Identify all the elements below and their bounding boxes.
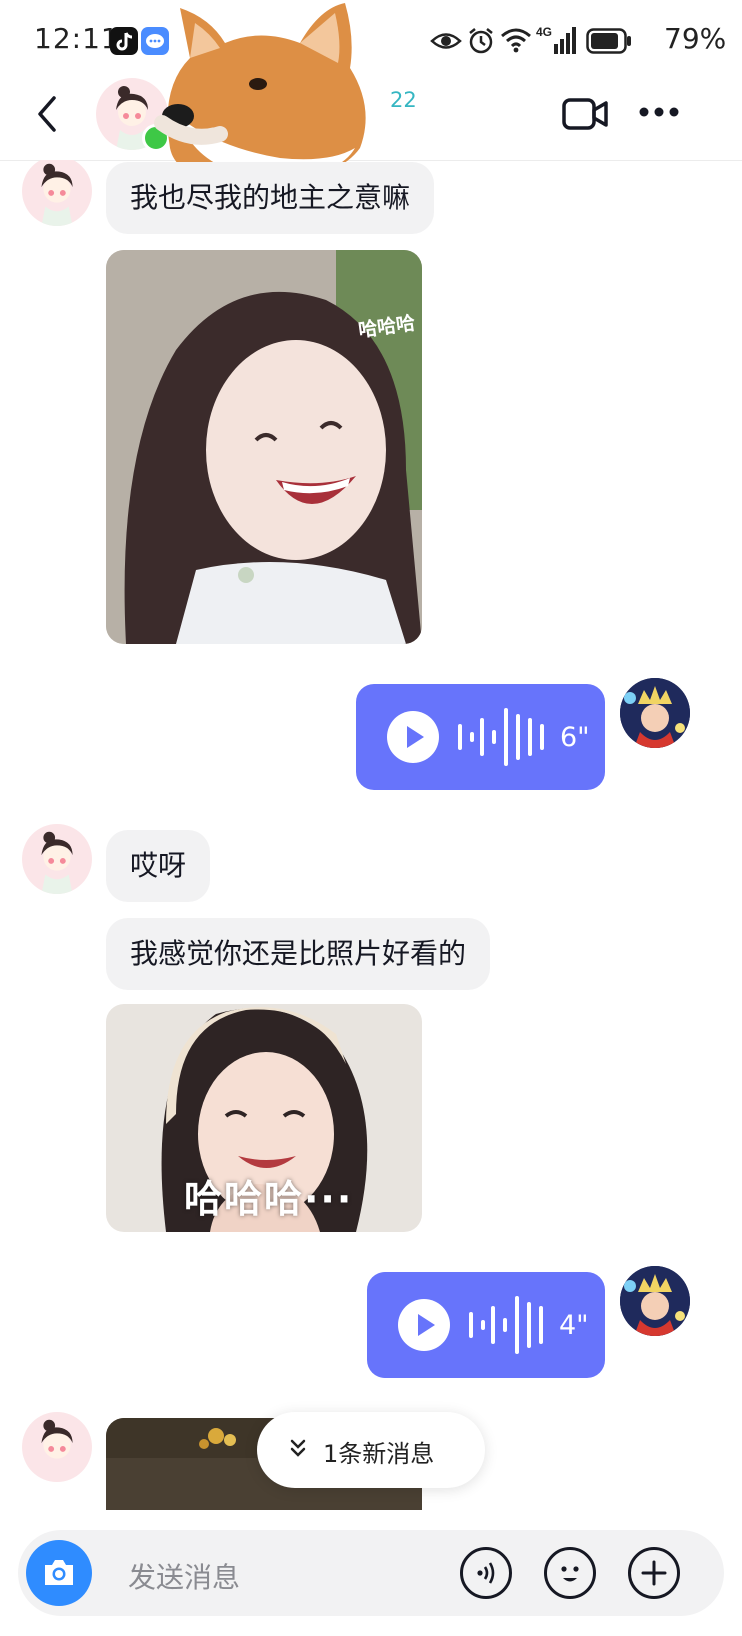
self-avatar[interactable] — [620, 678, 690, 748]
voice-duration: 6" — [560, 722, 590, 753]
battery-percent: 79% — [664, 22, 727, 55]
voice-input-button[interactable] — [460, 1547, 512, 1599]
message-bubble[interactable]: 我也尽我的地主之意嘛 — [106, 162, 435, 234]
chat-header: 22 — [0, 3, 742, 176]
video-call-icon[interactable] — [562, 96, 608, 132]
header-count: 22 — [390, 88, 417, 112]
new-message-label: 1条新消息 — [323, 1440, 435, 1468]
play-icon[interactable] — [386, 710, 440, 764]
message-input-bar: 发送消息 — [18, 1530, 724, 1616]
sender-avatar[interactable] — [22, 824, 92, 894]
emoji-button[interactable] — [544, 1547, 596, 1599]
message-list[interactable]: 我也尽我的地主之意嘛 哈哈哈 6" 哎呀 我感觉你还是比照片好看的 哈哈哈···… — [0, 160, 742, 1510]
battery-icon — [586, 28, 631, 54]
new-message-button[interactable]: 1条新消息 — [257, 1412, 485, 1488]
message-bubble[interactable]: 哎呀 — [106, 830, 211, 902]
voice-duration: 4" — [559, 1310, 589, 1341]
4g-signal-icon: 4G — [536, 25, 576, 54]
image-caption: 哈哈哈··· — [184, 1177, 354, 1221]
alarm-icon — [469, 28, 493, 54]
waveform-icon — [458, 708, 544, 766]
plus-button[interactable] — [628, 1547, 680, 1599]
eye-icon — [430, 33, 462, 49]
status-bar: 12:11 4G 79% — [0, 0, 742, 84]
self-avatar[interactable] — [620, 1266, 690, 1336]
more-icon[interactable] — [638, 106, 680, 118]
sender-avatar[interactable] — [22, 160, 92, 226]
sender-avatar[interactable] — [22, 1412, 92, 1482]
voice-message[interactable]: 4" — [367, 1272, 605, 1378]
status-time: 12:11 — [34, 22, 120, 55]
svg-text:4G: 4G — [536, 25, 552, 39]
dog-sticker — [150, 0, 370, 178]
tiktok-icon — [110, 27, 138, 55]
waveform-icon — [469, 1296, 543, 1354]
voice-input-icon — [477, 1562, 495, 1584]
message-bubble[interactable]: 我感觉你还是比照片好看的 — [106, 918, 491, 990]
wifi-icon — [501, 28, 531, 53]
back-arrow-icon[interactable] — [32, 94, 62, 134]
plus-icon — [641, 1560, 667, 1586]
double-chevron-down-icon — [290, 1439, 306, 1457]
camera-icon — [45, 1560, 73, 1585]
camera-button[interactable] — [26, 1540, 92, 1606]
voice-message[interactable]: 6" — [356, 684, 605, 790]
image-message[interactable]: 哈哈哈 — [106, 250, 422, 644]
image-message[interactable]: 哈哈哈··· — [106, 1004, 422, 1232]
play-icon[interactable] — [397, 1298, 451, 1352]
emoji-icon — [561, 1566, 579, 1582]
message-input[interactable]: 发送消息 — [128, 1556, 240, 1596]
